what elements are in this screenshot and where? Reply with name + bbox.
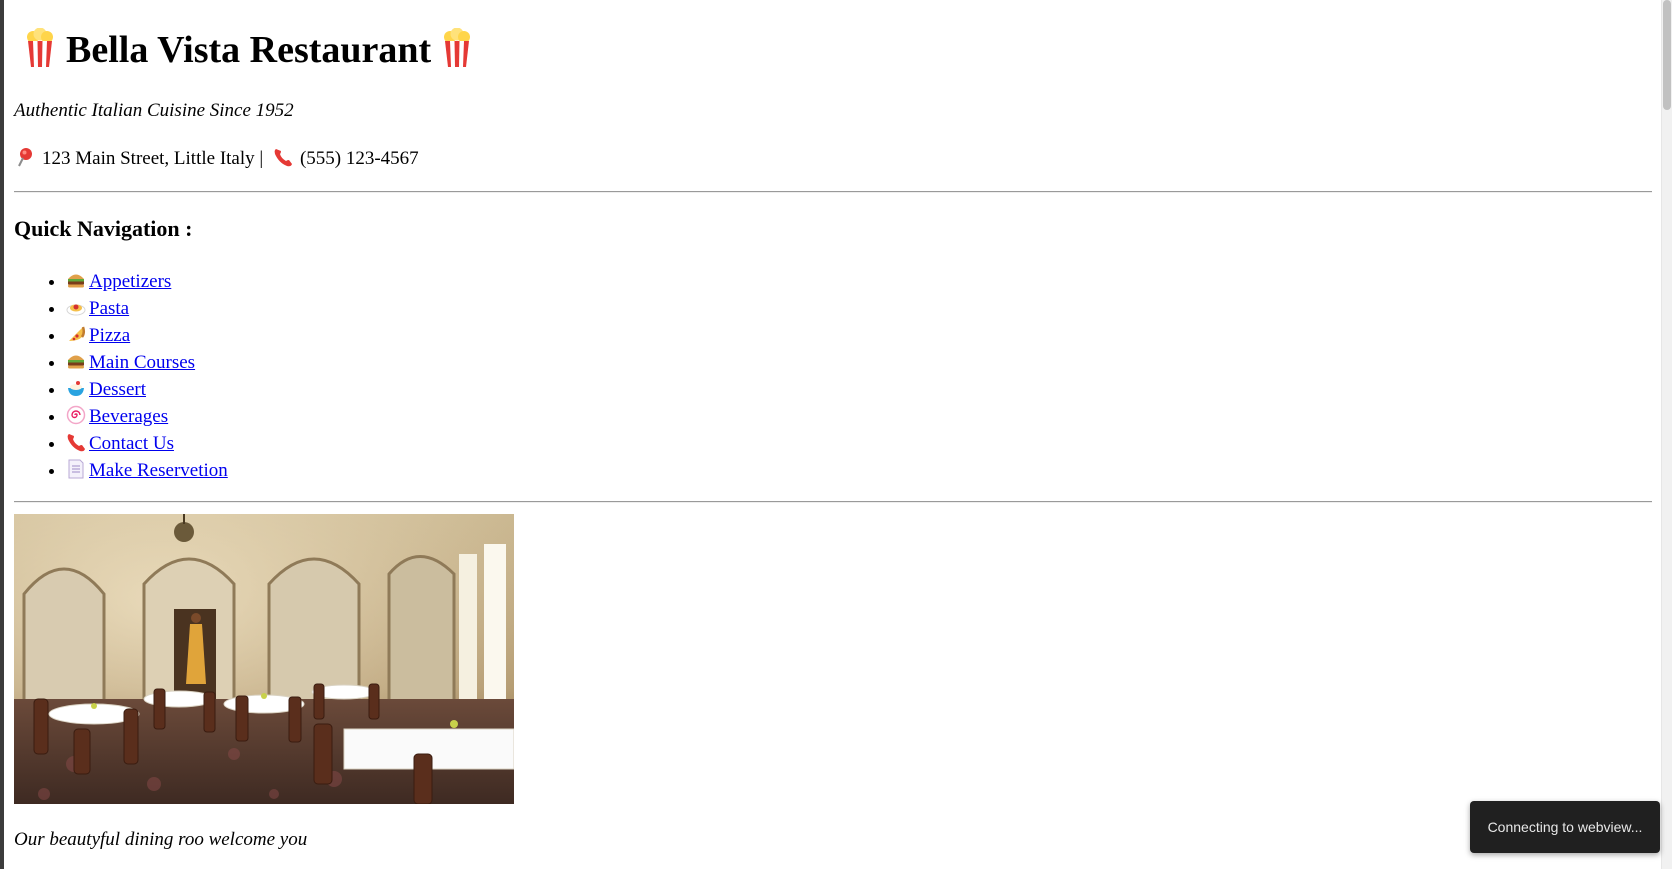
nav-heading: Quick Navigation :	[14, 216, 193, 241]
contact-line: 123 Main Street, Little Italy | (555) 12…	[14, 146, 419, 170]
quick-nav-list: Appetizers Pasta Pizza Main Cour	[14, 268, 228, 484]
swirl-icon	[66, 405, 86, 425]
divider	[14, 191, 1652, 193]
nav-link-make-reservation[interactable]: Make Reservetion	[89, 460, 228, 481]
pushpin-icon	[18, 148, 32, 167]
telephone-icon	[274, 149, 292, 167]
nav-link-main-courses[interactable]: Main Courses	[89, 352, 195, 373]
page-scrollbar[interactable]	[1661, 0, 1672, 869]
pasta-icon	[66, 304, 86, 316]
burger-icon	[68, 355, 84, 369]
dining-room-image	[14, 514, 514, 804]
nav-item-contact-us: Contact Us	[66, 430, 228, 457]
window-left-edge	[0, 0, 4, 869]
nav-item-main-courses: Main Courses	[66, 349, 228, 376]
phone-text: (555) 123-4567	[299, 148, 419, 169]
tagline: Authentic Italian Cuisine Since 1952	[14, 100, 294, 121]
nav-item-beverages: Beverages	[66, 403, 228, 430]
burger-icon	[68, 274, 84, 288]
title-text: Bella Vista Restaurant	[66, 29, 432, 71]
nav-item-appetizers: Appetizers	[66, 268, 228, 295]
nav-link-beverages[interactable]: Beverages	[89, 406, 168, 427]
nav-link-appetizers[interactable]: Appetizers	[89, 271, 171, 292]
nav-item-pasta: Pasta	[66, 295, 228, 322]
dining-room-photo	[14, 514, 514, 804]
nav-item-pizza: Pizza	[66, 322, 228, 349]
nav-link-dessert[interactable]: Dessert	[89, 379, 146, 400]
nav-link-pizza[interactable]: Pizza	[89, 325, 130, 346]
page-icon	[68, 459, 84, 479]
photo-caption: Our beautyful dining roo welcome you	[14, 829, 308, 850]
scrollbar-thumb[interactable]	[1663, 0, 1671, 110]
address-text: 123 Main Street, Little Italy |	[42, 148, 264, 169]
connection-toast: Connecting to webview...	[1470, 801, 1660, 853]
divider	[14, 501, 1652, 503]
telephone-icon	[67, 434, 85, 452]
page-title: Bella Vista Restaurant	[24, 26, 473, 74]
popcorn-icon	[444, 28, 471, 67]
nav-item-make-reservation: Make Reservetion	[66, 457, 228, 484]
nav-link-pasta[interactable]: Pasta	[89, 298, 129, 319]
nav-link-contact-us[interactable]: Contact Us	[89, 433, 174, 454]
popcorn-icon	[27, 28, 53, 67]
dessert-icon	[68, 381, 84, 396]
pizza-icon	[69, 326, 86, 341]
nav-item-dessert: Dessert	[66, 376, 228, 403]
